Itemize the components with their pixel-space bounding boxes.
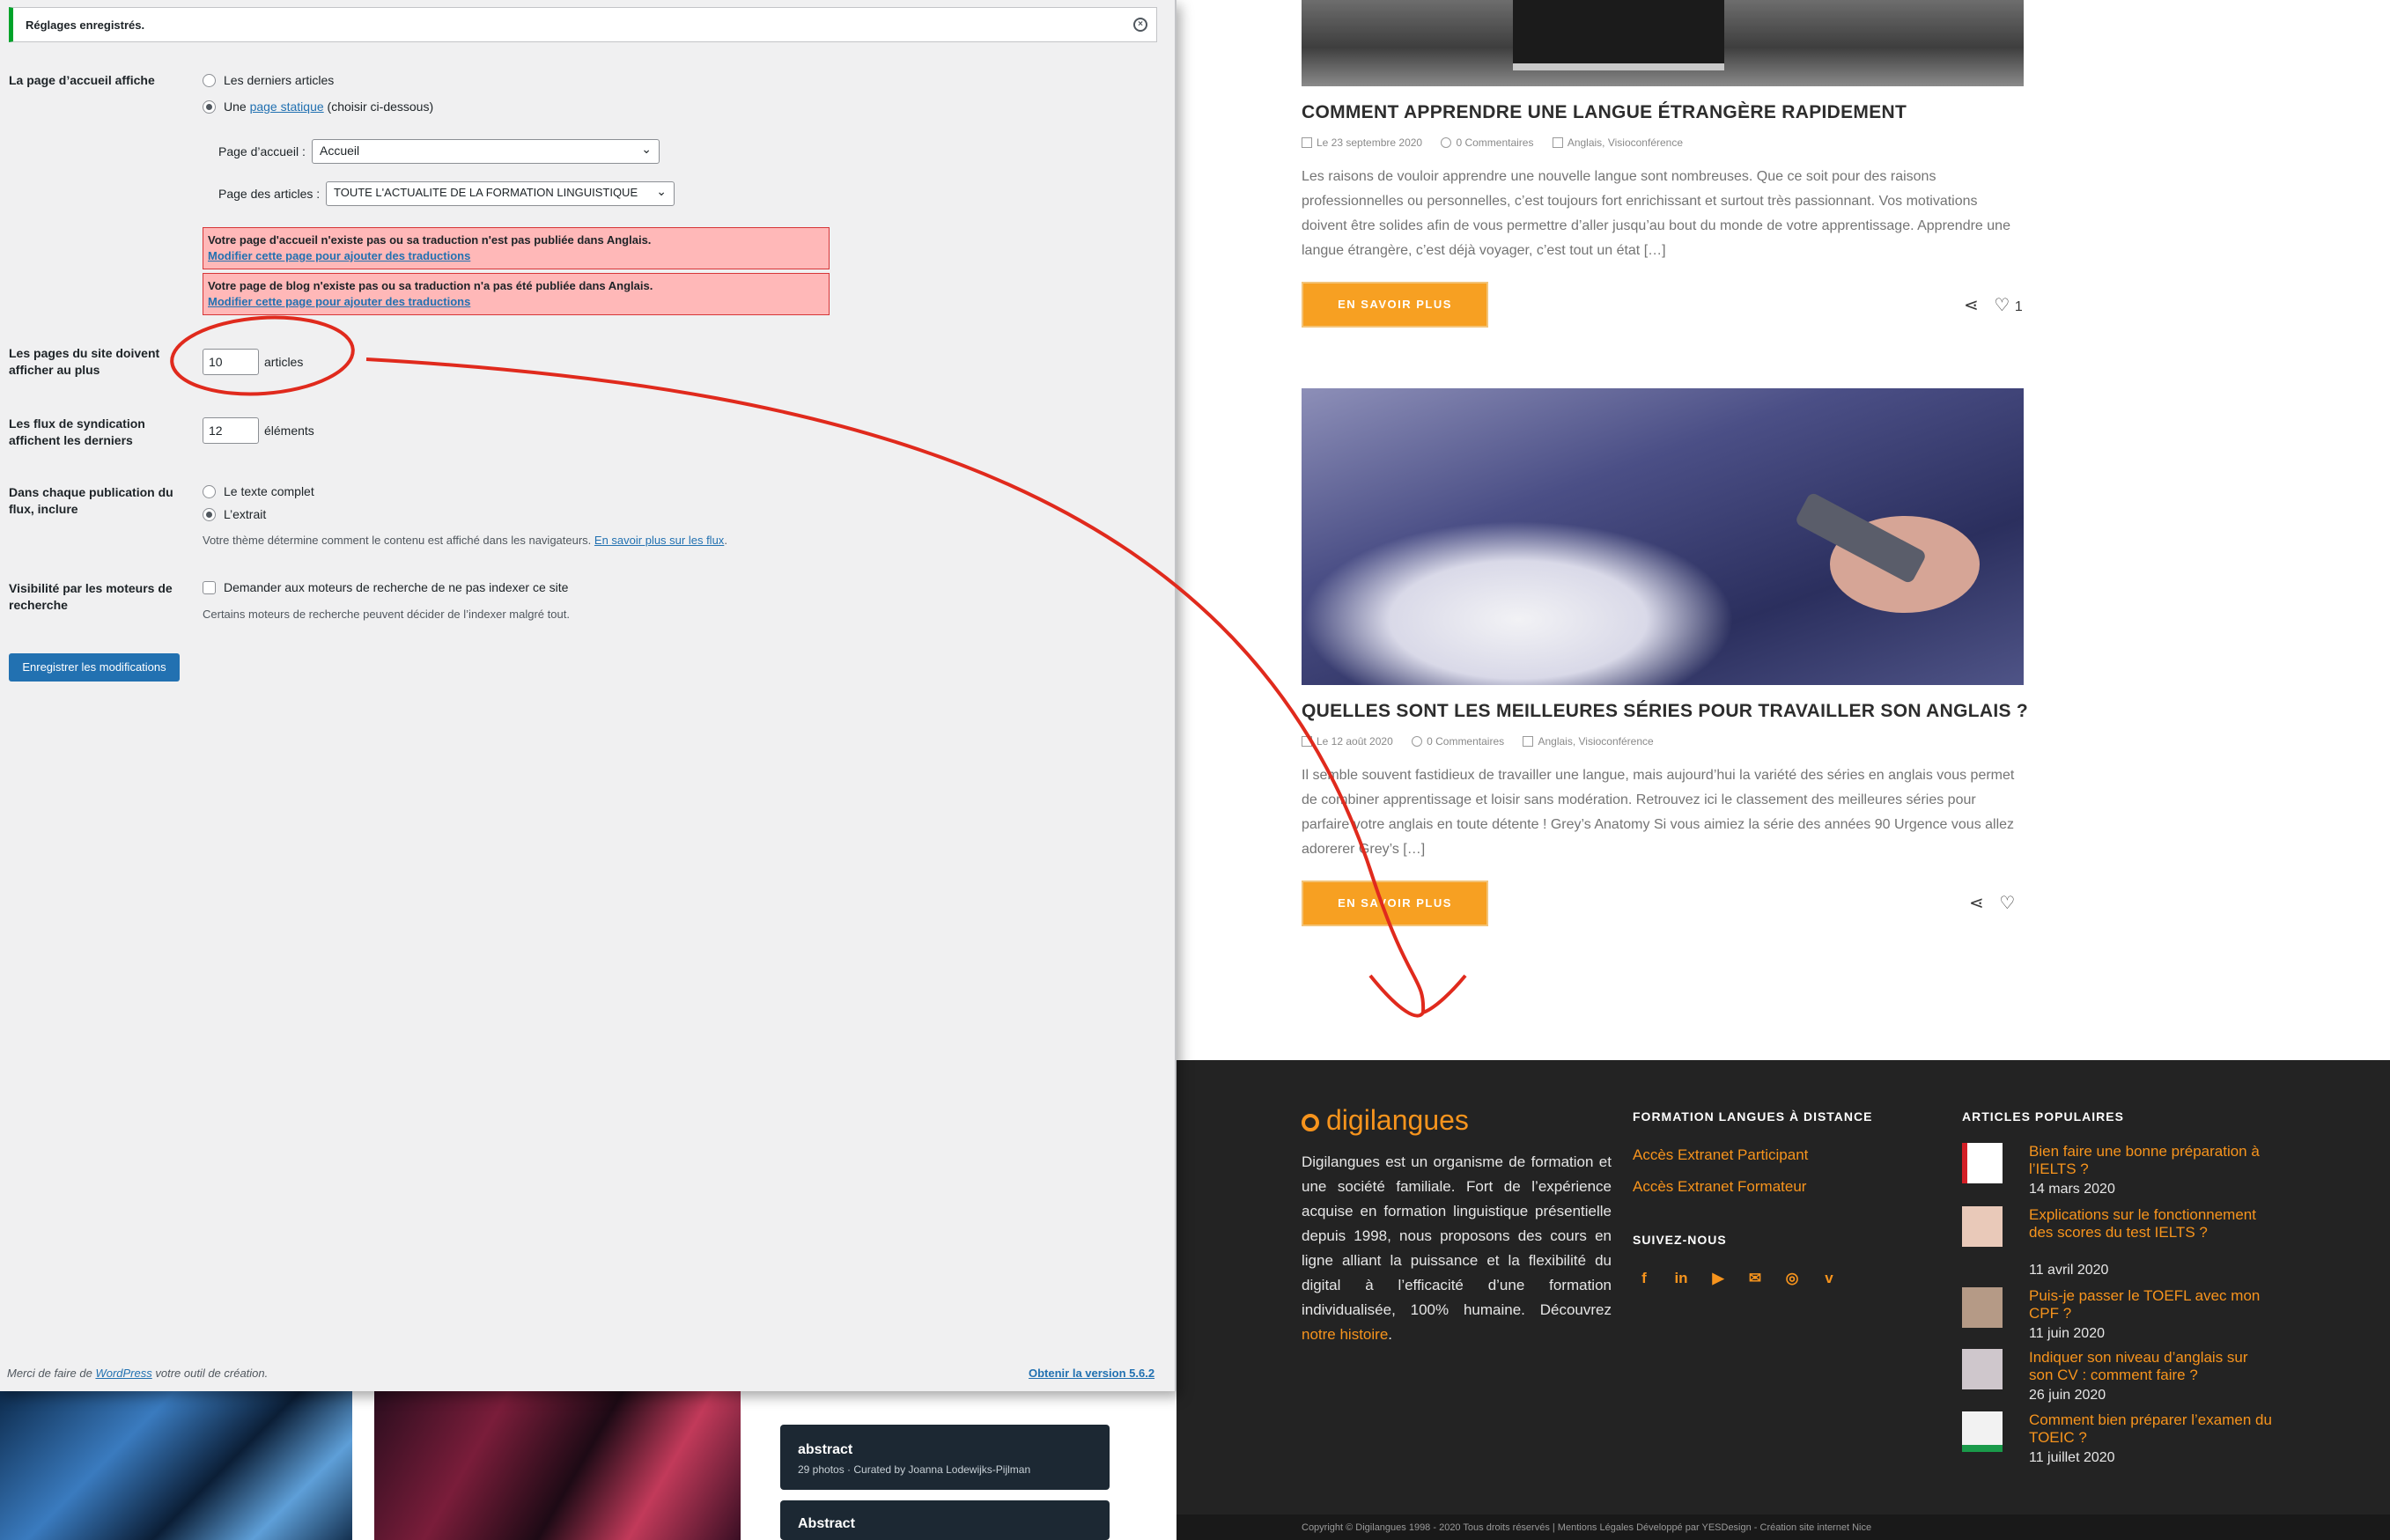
home-translation-warning: Votre page d'accueil n'existe pas ou sa … <box>203 227 830 269</box>
site-footer: digilangues Digilangues est un organisme… <box>1177 1060 2390 1514</box>
read-more-button[interactable]: EN SAVOIR PLUS <box>1302 282 1488 328</box>
feed-include-label: Dans chaque publication du flux, inclure <box>9 485 173 516</box>
article-thumbnail <box>1962 1206 2003 1247</box>
read-more-button[interactable]: EN SAVOIR PLUS <box>1302 881 1488 926</box>
comment-icon <box>1441 137 1452 148</box>
noindex-note: Certains moteurs de recherche peuvent dé… <box>203 608 570 621</box>
youtube-icon[interactable]: ▶ <box>1707 1270 1730 1287</box>
article-thumbnail <box>1962 1143 2003 1183</box>
comment-icon <box>1412 736 1423 747</box>
post-actions: ⋖ ♡ <box>1969 892 2015 914</box>
static-page-link[interactable]: page statique <box>250 99 324 114</box>
chevron-down-icon: ⌄ <box>641 142 652 156</box>
feeds-help-link[interactable]: En savoir plus sur les flux <box>594 534 724 547</box>
feed-count-unit: éléments <box>264 424 314 438</box>
footer-heading: ARTICLES POPULAIRES <box>1962 1109 2124 1124</box>
vimeo-icon[interactable]: v <box>1818 1270 1840 1287</box>
settings-saved-notice: Réglages enregistrés. × <box>9 7 1157 42</box>
visibility-label: Visibilité par les moteurs de recherche <box>9 581 173 612</box>
edit-home-translation-link[interactable]: Modifier cette page pour ajouter des tra… <box>208 248 824 264</box>
notice-text: Réglages enregistrés. <box>26 18 145 32</box>
posts-per-page-unit: articles <box>264 355 304 369</box>
share-icon[interactable]: ⋖ <box>1969 894 1984 913</box>
site-logo[interactable]: digilangues <box>1302 1104 1469 1137</box>
radio-latest-posts[interactable] <box>203 74 216 87</box>
radio-latest-label: Les derniers articles <box>224 73 335 87</box>
edit-blog-translation-link[interactable]: Modifier cette page pour ajouter des tra… <box>208 294 824 310</box>
radio-full-text[interactable] <box>203 485 216 498</box>
posts-per-page-input[interactable]: 10 <box>203 349 259 375</box>
save-changes-button[interactable]: Enregistrer les modifications <box>9 653 180 682</box>
folder-icon <box>1523 736 1534 747</box>
copyright-bar: Copyright © Digilangues 1998 - 2020 Tous… <box>1177 1514 2390 1540</box>
social-links: f in ▶ ✉ ◎ v <box>1633 1270 1855 1287</box>
posts-page-label: Page des articles : <box>218 187 321 201</box>
post-actions: ⋖ ♡ 1 <box>1964 294 2023 316</box>
post-image[interactable] <box>1302 0 2024 86</box>
post-excerpt: Les raisons de vouloir apprendre une nou… <box>1302 169 2010 258</box>
post-meta: Le 12 août 2020 0 Commentaires Anglais, … <box>1302 735 1670 748</box>
radio-full-label: Le texte complet <box>224 484 314 498</box>
abstract-photo-tile[interactable] <box>374 1391 741 1540</box>
noindex-label: Demander aux moteurs de recherche de ne … <box>224 580 569 594</box>
abstract-photo-tile[interactable] <box>0 1391 352 1540</box>
history-link[interactable]: notre histoire <box>1302 1326 1388 1343</box>
feed-count-input[interactable]: 12 <box>203 417 259 444</box>
extranet-formateur-link[interactable]: Accès Extranet Formateur <box>1633 1178 1806 1196</box>
instagram-icon[interactable]: ◎ <box>1781 1270 1804 1287</box>
feed-count-label: Les flux de syndication affichent les de… <box>9 416 145 447</box>
post-excerpt: Il semble souvent fastidieux de travaill… <box>1302 768 2015 857</box>
posts-page-select[interactable]: TOUTE L'ACTUALITE DE LA FORMATION LINGUI… <box>326 181 675 206</box>
calendar-icon <box>1302 137 1312 148</box>
radio-excerpt[interactable] <box>203 508 216 521</box>
post-meta: Le 23 septembre 2020 0 Commentaires Angl… <box>1302 136 1699 149</box>
calendar-icon <box>1302 736 1312 747</box>
front-page-label: La page d’accueil affiche <box>9 73 155 87</box>
location-pin-icon <box>1302 1114 1319 1131</box>
facebook-icon[interactable]: f <box>1633 1270 1656 1287</box>
share-icon[interactable]: ⋖ <box>1964 296 1979 315</box>
extranet-participant-link[interactable]: Accès Extranet Participant <box>1633 1146 1808 1164</box>
like-count: 1 <box>2014 299 2023 314</box>
post-title[interactable]: COMMENT APPRENDRE UNE LANGUE ÉTRANGÈRE R… <box>1302 102 1907 123</box>
blog-page: COMMENT APPRENDRE UNE LANGUE ÉTRANGÈRE R… <box>1177 0 2390 1540</box>
blog-translation-warning: Votre page de blog n'existe pas ou sa tr… <box>203 273 830 315</box>
article-thumbnail <box>1962 1411 2003 1452</box>
article-thumbnail <box>1962 1287 2003 1328</box>
noindex-checkbox[interactable] <box>203 581 216 594</box>
theme-note: Votre thème détermine comment le contenu… <box>203 534 727 547</box>
article-thumbnail <box>1962 1349 2003 1389</box>
stock-photo-strip: abstract 29 photos · Curated by Joanna L… <box>0 1391 1177 1540</box>
admin-footer-thanks: Merci de faire de WordPress votre outil … <box>7 1367 269 1380</box>
laptop-shape <box>1513 0 1724 70</box>
post-title[interactable]: QUELLES SONT LES MEILLEURES SÉRIES POUR … <box>1302 701 2028 722</box>
footer-heading: FORMATION LANGUES À DISTANCE <box>1633 1109 1873 1124</box>
email-icon[interactable]: ✉ <box>1744 1270 1767 1287</box>
radio-static-label: Une page statique (choisir ci-dessous) <box>224 99 434 114</box>
chevron-down-icon: ⌄ <box>656 184 667 198</box>
collection-card[interactable]: abstract 29 photos · Curated by Joanna L… <box>780 1425 1110 1490</box>
home-page-label: Page d’accueil : <box>218 144 306 158</box>
heart-icon[interactable]: ♡ <box>1994 296 2010 315</box>
home-page-select[interactable]: Accueil ⌄ <box>312 139 660 164</box>
collection-card[interactable]: Abstract <box>780 1500 1110 1540</box>
footer-heading: SUIVEZ-NOUS <box>1633 1233 1727 1247</box>
linkedin-icon[interactable]: in <box>1670 1270 1693 1287</box>
close-icon[interactable]: × <box>1133 18 1147 32</box>
heart-icon[interactable]: ♡ <box>1999 894 2015 913</box>
folder-icon <box>1552 137 1563 148</box>
posts-per-page-label: Les pages du site doivent afficher au pl… <box>9 346 160 377</box>
radio-static-page[interactable] <box>203 100 216 114</box>
wordpress-link[interactable]: WordPress <box>95 1367 151 1380</box>
post-image[interactable] <box>1302 388 2024 685</box>
footer-about: Digilangues est un organisme de formatio… <box>1302 1153 1612 1343</box>
wp-settings-panel: Réglages enregistrés. × La page d’accuei… <box>0 0 1177 1391</box>
update-version-link[interactable]: Obtenir la version 5.6.2 <box>1029 1367 1154 1380</box>
radio-excerpt-label: L’extrait <box>224 507 267 521</box>
